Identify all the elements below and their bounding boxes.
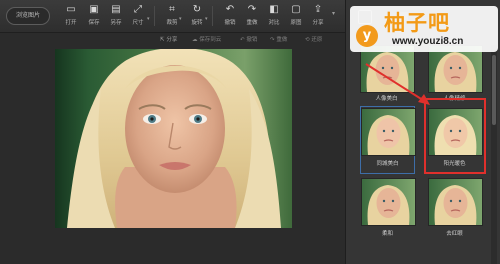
restore-link-label: 还原 xyxy=(311,37,323,43)
save-label: 保存 xyxy=(88,20,100,26)
resize-dropdown-icon[interactable]: ▾ xyxy=(147,16,150,22)
effect-thumb-3[interactable] xyxy=(361,108,416,156)
save-as-icon: ▤ xyxy=(111,4,121,15)
crop-icon: ⌗ xyxy=(169,4,175,15)
save-button[interactable]: ▣ 保存 xyxy=(82,4,106,30)
thumb-portrait xyxy=(434,115,477,155)
redo-button[interactable]: ↷ 重做 xyxy=(240,4,264,30)
share-label: 分享 xyxy=(312,20,324,26)
original-icon: ▢ xyxy=(291,4,301,15)
open-icon: ▭ xyxy=(66,4,76,15)
open-button[interactable]: ▭ 打开 xyxy=(59,4,83,30)
save-as-label: 另存 xyxy=(110,20,122,26)
original-button[interactable]: ▢ 原图 xyxy=(284,4,308,30)
main-photo xyxy=(55,49,292,228)
compare-label: 对比 xyxy=(268,20,280,26)
rotate-dropdown-icon[interactable]: ▾ xyxy=(205,16,208,22)
compare-icon: ◧ xyxy=(269,4,279,15)
share-button[interactable]: ⇪ 分享 xyxy=(306,4,330,30)
redo-icon: ↷ xyxy=(247,4,257,15)
effect-thumb-4[interactable] xyxy=(428,108,483,156)
undo-button[interactable]: ↶ 撤销 xyxy=(218,4,242,30)
redo-link[interactable]: ↷ 重做 xyxy=(270,35,287,43)
undo-label: 撤销 xyxy=(224,20,236,26)
annotation-arrow xyxy=(365,63,430,105)
undo-link[interactable]: ↶ 撤销 xyxy=(240,35,257,43)
share-link-label: 分享 xyxy=(166,37,178,43)
watermark-url: www.youzi8.cn xyxy=(392,36,464,47)
open-label: 打开 xyxy=(65,20,77,26)
watermark-title: 柚子吧 xyxy=(384,11,450,35)
resize-icon: ⤢ xyxy=(134,4,142,15)
restore-link[interactable]: ⟲ 还原 xyxy=(305,35,322,43)
thumb-portrait xyxy=(367,185,410,225)
undo-link-label: 撤销 xyxy=(246,37,258,43)
more-menu-icon[interactable]: ▾ xyxy=(332,10,335,17)
undo-icon: ↶ xyxy=(225,4,235,15)
toolbar-divider xyxy=(212,6,213,26)
effect-thumb-6[interactable] xyxy=(428,178,483,226)
panel-scrollbar-thumb[interactable] xyxy=(492,55,496,125)
rotate-icon: ↻ xyxy=(192,4,202,15)
original-label: 原图 xyxy=(290,20,302,26)
browse-images-button[interactable]: 浏览图片 xyxy=(6,7,50,25)
watermark-logo: y xyxy=(356,25,378,47)
compare-button[interactable]: ◧ 对比 xyxy=(262,4,286,30)
crop-dropdown-icon[interactable]: ▾ xyxy=(179,16,182,22)
save-cloud-label: 保存到云 xyxy=(199,37,222,43)
effect-label-3: 同城美白 xyxy=(376,161,399,167)
save-as-button[interactable]: ▤ 另存 xyxy=(104,4,128,30)
secondary-toolbar: ⇱ 分享 ☁ 保存到云 ↶ 撤销 ↷ 重做 ⟲ 还原 xyxy=(0,33,345,45)
thumb-portrait xyxy=(367,115,410,155)
redo-label: 重做 xyxy=(246,20,258,26)
save-cloud-link[interactable]: ☁ 保存到云 xyxy=(192,35,221,43)
effect-label-4: 阳光暖色 xyxy=(443,161,466,167)
effect-label-5: 柔和 xyxy=(381,231,393,237)
effect-label-6: 去红眼 xyxy=(446,231,463,237)
redo-link-label: 重做 xyxy=(276,37,288,43)
save-icon: ▣ xyxy=(89,4,99,15)
thumb-portrait xyxy=(434,185,477,225)
effect-thumb-5[interactable] xyxy=(361,178,416,226)
share-link[interactable]: ⇱ 分享 xyxy=(160,35,177,43)
share-icon: ⇪ xyxy=(313,4,323,15)
portrait-illustration xyxy=(67,49,281,228)
toolbar-divider xyxy=(154,6,155,26)
